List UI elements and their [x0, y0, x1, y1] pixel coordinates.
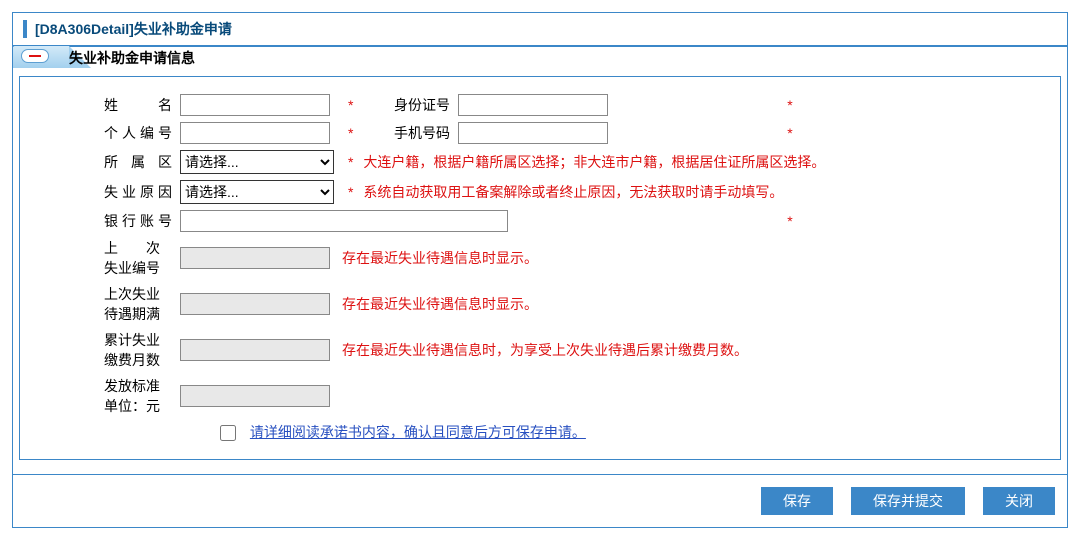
close-button[interactable]: 关闭 [983, 487, 1055, 515]
label-district: 所 属 区 [104, 152, 172, 172]
title-bar-icon [23, 20, 27, 38]
form-table: 姓 名 * 身份证号 * 个人编号 * 手机号码 * 所 属 区 [100, 91, 829, 445]
label-last-expire-l2: 待遇期满 [104, 306, 160, 322]
acc-months-hint: 存在最近失业待遇信息时，为享受上次失业待遇后累计缴费月数。 [342, 342, 748, 358]
label-bank-account: 银行账号 [104, 211, 172, 231]
last-expire-hint: 存在最近失业待遇信息时显示。 [342, 296, 538, 312]
pay-std-field [180, 385, 330, 407]
label-last-unemp-no-l2: 失业编号 [104, 260, 160, 276]
label-last-expire-l1: 上次失业 [104, 286, 160, 302]
acc-months-field [180, 339, 330, 361]
minus-icon [29, 55, 41, 57]
save-submit-button[interactable]: 保存并提交 [851, 487, 965, 515]
reason-hint: 系统自动获取用工备案解除或者终止原因，无法获取时请手动填写。 [363, 184, 783, 200]
required-star: * [342, 154, 359, 170]
personal-no-input[interactable] [180, 122, 330, 144]
page-title: [D8A306Detail]失业补助金申请 [35, 19, 232, 39]
form-container: 姓 名 * 身份证号 * 个人编号 * 手机号码 * 所 属 区 [19, 76, 1061, 460]
phone-input[interactable] [458, 122, 608, 144]
unemployment-reason-select[interactable]: 请选择... [180, 180, 334, 204]
label-acc-months-l1: 累计失业 [104, 332, 160, 348]
last-unemp-no-field [180, 247, 330, 269]
last-expire-field [180, 293, 330, 315]
label-phone: 手机号码 [394, 125, 450, 141]
label-last-unemp-no-l1: 上 次 [104, 240, 160, 256]
label-acc-months-l2: 缴费月数 [104, 352, 160, 368]
district-hint: 大连户籍，根据户籍所属区选择；非大连市户籍，根据居住证所属区选择。 [363, 154, 825, 170]
id-number-input[interactable] [458, 94, 608, 116]
required-star: * [342, 184, 359, 200]
label-unemployment-reason: 失业原因 [104, 182, 172, 202]
page-panel: [D8A306Detail]失业补助金申请 [12, 12, 1068, 47]
collapse-toggle[interactable] [21, 49, 49, 63]
section-title: 失业补助金申请信息 [65, 48, 199, 68]
bank-account-input[interactable] [180, 210, 508, 232]
title-bar: [D8A306Detail]失业补助金申请 [13, 13, 1067, 46]
last-unemp-no-hint: 存在最近失业待遇信息时显示。 [342, 250, 538, 266]
save-button[interactable]: 保存 [761, 487, 833, 515]
label-name: 姓 名 [104, 95, 172, 115]
district-select[interactable]: 请选择... [180, 150, 334, 174]
label-personal-no: 个人编号 [104, 123, 172, 143]
label-id-number: 身份证号 [394, 97, 450, 113]
section-header: 失业补助金申请信息 [13, 46, 1067, 70]
required-star: * [342, 125, 359, 141]
label-pay-std-l1: 发放标准 [104, 378, 160, 394]
action-bar: 保存 保存并提交 关闭 [12, 475, 1068, 528]
required-star: * [342, 97, 359, 113]
agreement-checkbox[interactable] [220, 425, 236, 441]
required-star: * [781, 97, 798, 113]
agreement-link[interactable]: 请详细阅读承诺书内容，确认且同意后方可保存申请。 [250, 424, 586, 440]
form-section: 失业补助金申请信息 姓 名 * 身份证号 * 个人编号 * 手机号码 * [12, 46, 1068, 475]
name-input[interactable] [180, 94, 330, 116]
label-pay-std-l2: 单位：元 [104, 398, 160, 414]
required-star: * [781, 213, 798, 229]
required-star: * [781, 125, 798, 141]
